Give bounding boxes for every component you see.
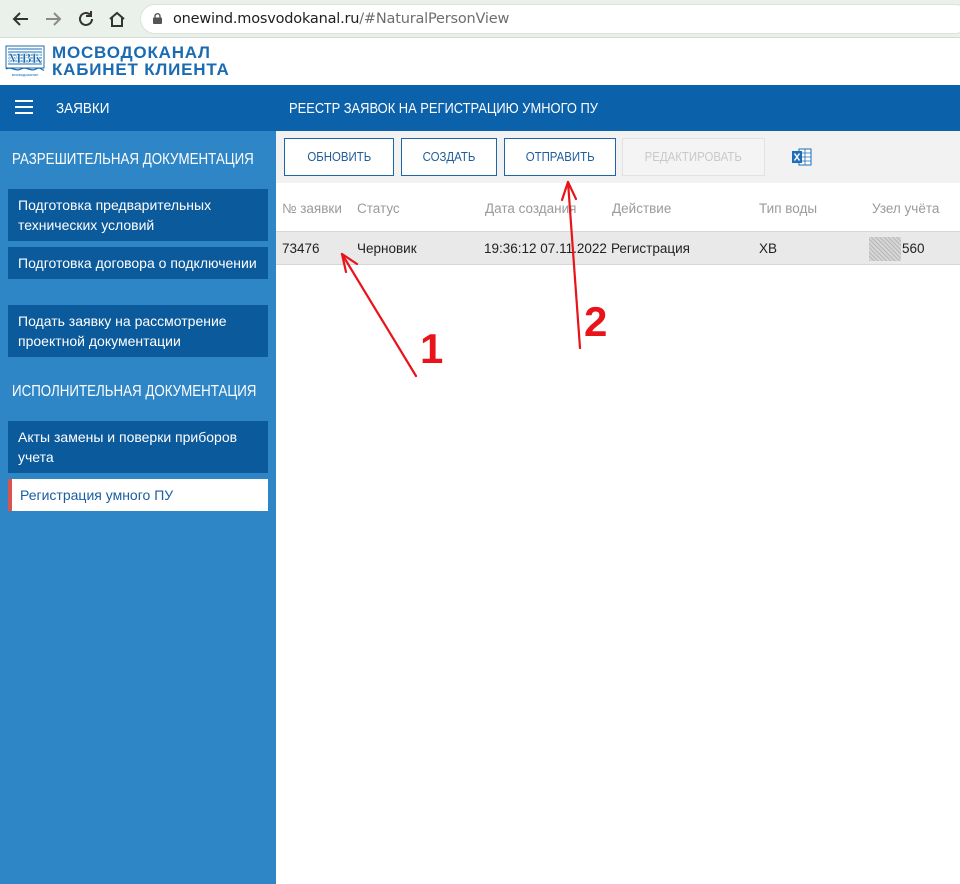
refresh-button[interactable]: ОБНОВИТЬ [284, 138, 394, 176]
column-header-status[interactable]: Статус [357, 201, 400, 216]
forward-arrow-icon[interactable] [42, 8, 64, 30]
refresh-button-label: ОБНОВИТЬ [307, 149, 371, 164]
address-bar[interactable]: onewind.mosvodokanal.ru/#NaturalPersonVi… [140, 4, 960, 34]
send-button[interactable]: ОТПРАВИТЬ [504, 138, 616, 176]
sidebar-heading-executive: ИСПОЛНИТЕЛЬНАЯ ДОКУМЕНТАЦИЯ [12, 383, 257, 400]
annotation-label-2: 2 [584, 298, 608, 345]
redacted-block [869, 237, 901, 261]
header-section-title: ЗАЯВКИ [56, 100, 110, 117]
create-button-label: СОЗДАТЬ [422, 149, 476, 164]
reload-icon[interactable] [75, 8, 97, 30]
column-header-water-type[interactable]: Тип воды [759, 201, 817, 216]
logo-title: МОСВОДОКАНАЛ КАБИНЕТ КЛИЕНТА [52, 44, 230, 78]
column-header-meter-node[interactable]: Узел учёта [872, 201, 939, 216]
url-host: onewind.mosvodokanal.ru [173, 11, 360, 27]
sidebar-item-smart-meter-registration[interactable]: Регистрация умного ПУ [8, 479, 268, 511]
column-header-number[interactable]: № заявки [282, 201, 342, 216]
sidebar-item-project-docs[interactable]: Подать заявку на рассмотрение проектной … [8, 305, 268, 357]
edit-button-label: РЕДАКТИРОВАТЬ [644, 149, 743, 164]
app-header: ЗАЯВКИ РЕЕСТР ЗАЯВОК НА РЕГИСТРАЦИЮ УМНО… [0, 85, 960, 131]
logo-line2: КАБИНЕТ КЛИЕНТА [52, 60, 230, 79]
cell-created: 19:36:12 07.11.2022 [484, 241, 607, 256]
sidebar-item-connection-contract[interactable]: Подготовка договора о подключении [8, 247, 268, 279]
cell-water-type: ХВ [759, 241, 778, 256]
column-header-created[interactable]: Дата создания [485, 201, 577, 216]
page-title: РЕЕСТР ЗАЯВОК НА РЕГИСТРАЦИЮ УМНОГО ПУ [289, 100, 598, 117]
table-row[interactable]: 73476 Черновик 19:36:12 07.11.2022 Регис… [276, 231, 960, 265]
cell-number: 73476 [282, 241, 320, 256]
logo-bar: МВК мосводоканал МОСВОДОКАНАЛ КАБИНЕТ КЛ… [0, 38, 960, 85]
edit-button[interactable]: РЕДАКТИРОВАТЬ [622, 138, 765, 176]
menu-icon[interactable] [15, 100, 33, 116]
excel-export-icon[interactable] [792, 148, 812, 166]
url-path: /#NaturalPersonView [359, 11, 510, 27]
main-content: ОБНОВИТЬ СОЗДАТЬ ОТПРАВИТЬ РЕДАКТИРОВАТЬ… [276, 131, 960, 884]
svg-text:мосводоканал: мосводоканал [12, 72, 39, 77]
mosvodokanal-logo-icon[interactable]: МВК мосводоканал [5, 44, 45, 78]
svg-text:МВК: МВК [7, 51, 42, 67]
cell-meter-node: 560 [902, 241, 925, 256]
browser-toolbar: onewind.mosvodokanal.ru/#NaturalPersonVi… [0, 0, 960, 38]
lock-icon [153, 13, 162, 24]
cell-action: Регистрация [611, 241, 690, 256]
home-icon[interactable] [106, 8, 128, 30]
logo-line1: МОСВОДОКАНАЛ [52, 43, 211, 62]
sidebar-item-replacement-acts[interactable]: Акты замены и поверки приборов учета [8, 421, 268, 473]
sidebar: РАЗРЕШИТЕЛЬНАЯ ДОКУМЕНТАЦИЯ Подготовка п… [0, 131, 276, 884]
send-button-label: ОТПРАВИТЬ [525, 149, 595, 164]
sidebar-heading-permits: РАЗРЕШИТЕЛЬНАЯ ДОКУМЕНТАЦИЯ [12, 151, 254, 168]
cell-status: Черновик [357, 241, 417, 256]
create-button[interactable]: СОЗДАТЬ [401, 138, 497, 176]
back-arrow-icon[interactable] [10, 8, 32, 30]
sidebar-item-preliminary-conditions[interactable]: Подготовка предварительных технических у… [8, 189, 268, 241]
column-header-action[interactable]: Действие [612, 201, 671, 216]
annotation-label-1: 1 [420, 325, 444, 372]
url-text: onewind.mosvodokanal.ru/#NaturalPersonVi… [173, 11, 509, 27]
toolbar: ОБНОВИТЬ СОЗДАТЬ ОТПРАВИТЬ РЕДАКТИРОВАТЬ [276, 131, 960, 183]
